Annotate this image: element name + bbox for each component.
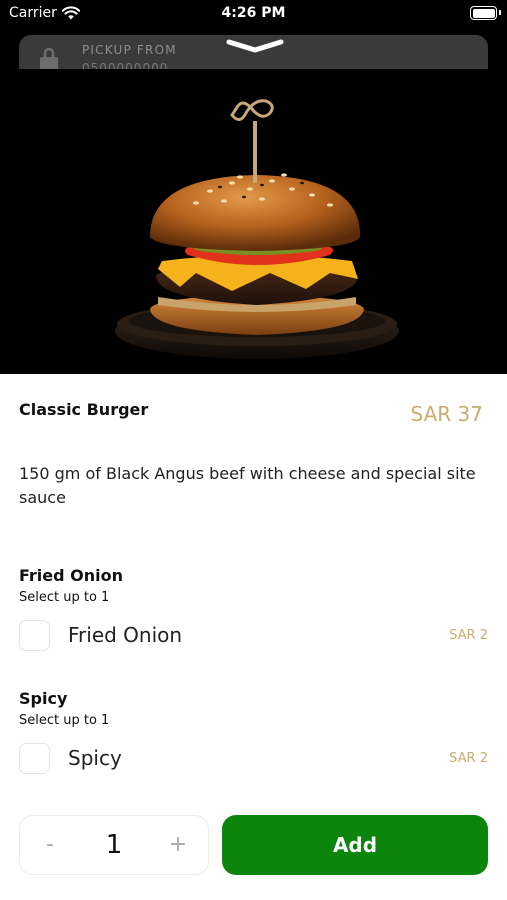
product-price: SAR 37	[410, 402, 483, 426]
option-group-title: Spicy	[19, 689, 68, 708]
decrement-button[interactable]: -	[20, 816, 80, 874]
product-sheet: Classic Burger SAR 37 150 gm of Black An…	[0, 374, 507, 900]
pickup-label: PICKUP FROM	[82, 43, 177, 57]
product-description: 150 gm of Black Angus beef with cheese a…	[19, 464, 476, 507]
fried-onion-checkbox[interactable]	[19, 620, 50, 651]
option-label[interactable]: Fried Onion	[68, 623, 182, 647]
option-label[interactable]: Spicy	[68, 746, 122, 770]
option-group-subtitle: Select up to 1	[19, 713, 110, 728]
product-image	[0, 69, 507, 374]
option-price: SAR 2	[449, 751, 488, 766]
add-to-cart-button[interactable]: Add	[222, 815, 488, 875]
battery-tip	[499, 10, 501, 15]
spicy-checkbox[interactable]	[19, 743, 50, 774]
option-price: SAR 2	[449, 628, 488, 643]
clock: 4:26 PM	[221, 5, 286, 21]
option-group-subtitle: Select up to 1	[19, 590, 110, 605]
battery-icon	[470, 6, 497, 20]
product-name: Classic Burger	[19, 400, 149, 419]
quantity-stepper: - 1 +	[19, 815, 209, 875]
quantity-value: 1	[105, 830, 123, 860]
chevron-down-icon[interactable]	[226, 38, 284, 54]
option-group-title: Fried Onion	[19, 566, 124, 585]
increment-button[interactable]: +	[148, 816, 208, 874]
status-bar: Carrier 4:26 PM	[0, 0, 507, 28]
burger-photo	[0, 69, 507, 374]
